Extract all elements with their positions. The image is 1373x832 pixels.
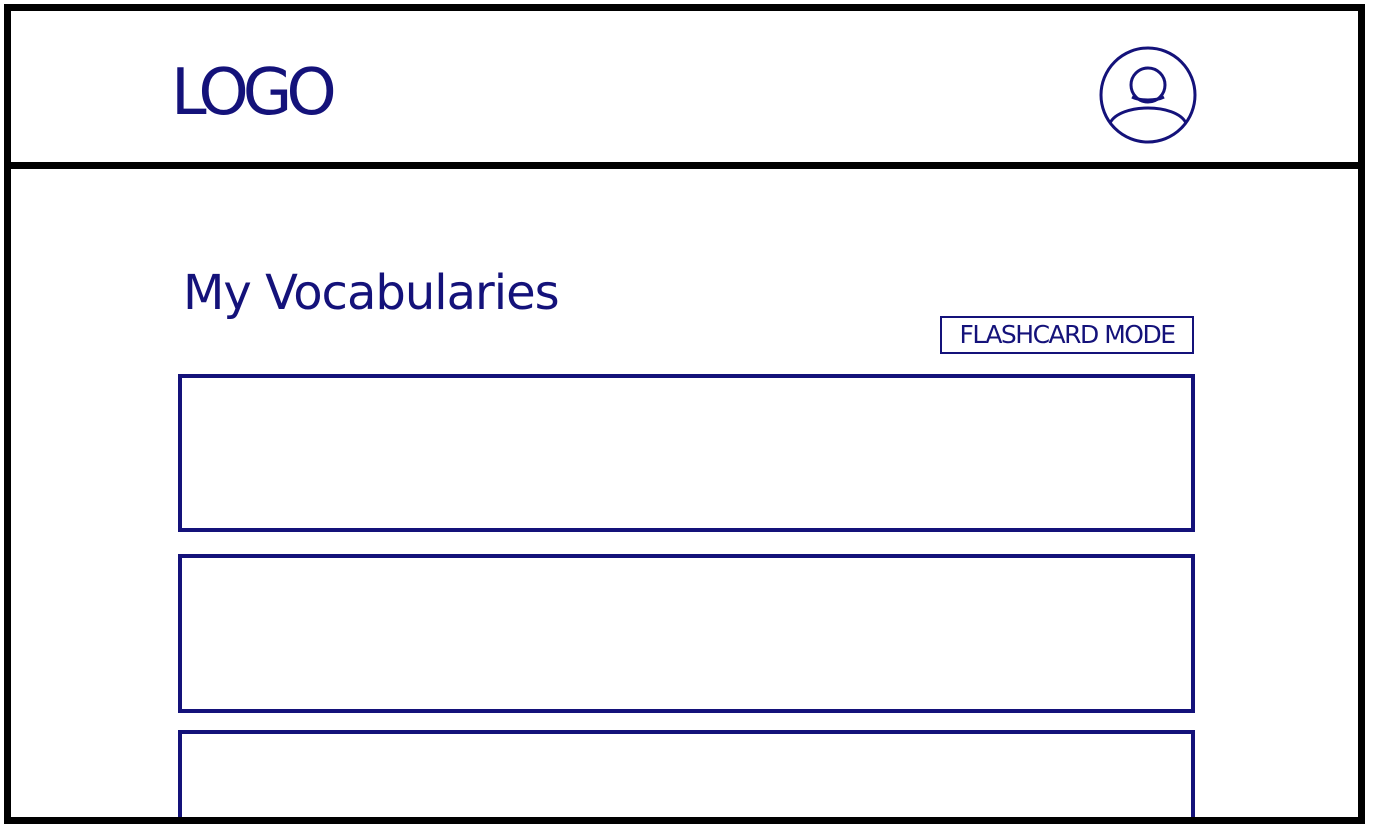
app-window: LOGO My Vocabularies FLASHCARD MODE (4, 4, 1365, 824)
logo[interactable]: LOGO (171, 61, 337, 125)
vocabulary-card[interactable] (178, 554, 1195, 713)
header: LOGO (11, 11, 1358, 169)
page-title: My Vocabularies (183, 265, 560, 321)
vocabulary-card[interactable] (178, 730, 1195, 817)
profile-button[interactable] (1098, 45, 1198, 145)
flashcard-mode-button[interactable]: FLASHCARD MODE (940, 316, 1194, 354)
vocabulary-card[interactable] (178, 374, 1195, 532)
user-circle-icon (1099, 46, 1197, 144)
